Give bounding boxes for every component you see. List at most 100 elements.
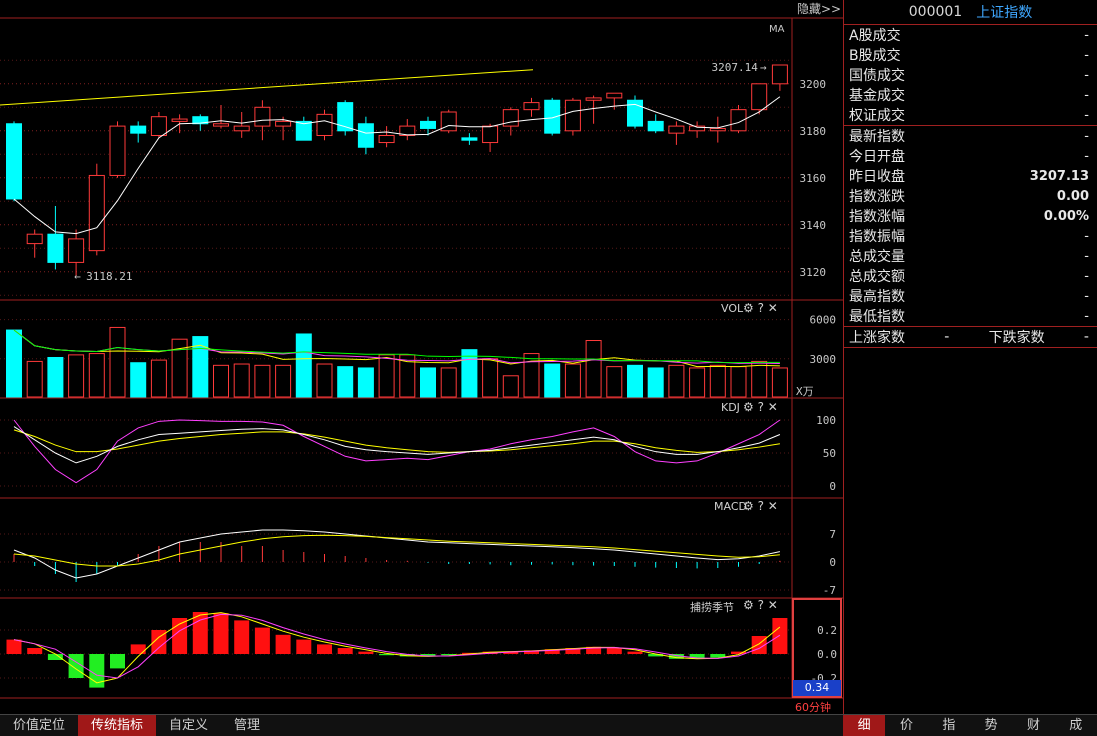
price-tick-label: 3120 xyxy=(800,266,827,279)
kdj-close-icon[interactable]: ✕ xyxy=(768,400,778,414)
up-count-label: 上涨家数 xyxy=(849,330,905,346)
cycle-bar xyxy=(772,618,788,654)
cycle-help-icon[interactable]: ? xyxy=(758,598,764,612)
volume-bar xyxy=(88,353,105,398)
cycle-close-icon[interactable]: ✕ xyxy=(768,598,778,612)
up-count-value: - xyxy=(944,329,950,345)
group1-value: - xyxy=(1084,47,1089,63)
volume-bar xyxy=(357,367,374,398)
tab-price[interactable]: 价 xyxy=(885,715,927,736)
cycle-bar xyxy=(27,648,43,654)
hide-panel-button[interactable]: 隐藏>> xyxy=(797,0,841,17)
tab-manage[interactable]: 管理 xyxy=(221,715,273,736)
volume-bar xyxy=(47,356,64,398)
group2-row: 今日开盘 - xyxy=(844,146,1097,166)
volume-bar xyxy=(26,360,43,398)
candle-body xyxy=(420,120,436,129)
high-price-arrow: → xyxy=(760,61,767,74)
high-price-label: 3207.14 xyxy=(712,61,759,74)
vol-close-icon[interactable]: ✕ xyxy=(768,301,778,315)
volume-bar xyxy=(378,354,395,398)
stock-title: 000001 上证指数 xyxy=(844,0,1097,25)
index-info-panel: 000001 上证指数 A股成交 - B股成交 - 国债成交 - 基金成交 - 权证成交 - 最新… xyxy=(843,0,1097,714)
low-price-arrow: ← xyxy=(74,270,81,283)
volume-bar xyxy=(68,354,85,398)
group1-row: 权证成交 - xyxy=(844,105,1097,125)
ma-label: MA xyxy=(769,24,785,35)
volume-bar xyxy=(130,362,147,398)
price-tick-label: 3200 xyxy=(800,78,827,91)
period-label[interactable]: 60分钟 xyxy=(795,699,831,715)
tab-index[interactable]: 指 xyxy=(928,715,970,736)
candle-body xyxy=(523,102,540,111)
group1-label: 权证成交 xyxy=(849,108,905,124)
group2-label: 指数涨跌 xyxy=(849,189,905,205)
tab-detail[interactable]: 细 xyxy=(843,715,886,736)
cycle-bar xyxy=(47,654,63,660)
group2-value: - xyxy=(1084,268,1089,284)
macd-tick-label: 7 xyxy=(829,528,836,541)
macd-close-icon[interactable]: ✕ xyxy=(768,499,778,513)
tab-value-positioning[interactable]: 价值定位 xyxy=(0,715,78,736)
candle-body xyxy=(316,113,333,136)
macd-help-icon[interactable]: ? xyxy=(758,499,764,513)
candle-body xyxy=(606,92,623,99)
volume-bar xyxy=(771,367,788,398)
group1-value: - xyxy=(1084,27,1089,43)
vol-tick-label: 3000 xyxy=(810,353,837,366)
tab-traditional-indicators[interactable]: 传统指标 xyxy=(78,715,157,736)
volume-bar xyxy=(6,329,22,398)
group1-value: - xyxy=(1084,107,1089,123)
vol-help-icon[interactable]: ? xyxy=(758,301,764,315)
vol-panel-tools: ⚙ ? ✕ xyxy=(743,301,778,315)
group1-label: 基金成交 xyxy=(849,88,905,104)
cycle-gear-icon[interactable]: ⚙ xyxy=(743,598,754,612)
group1-row: B股成交 - xyxy=(844,45,1097,65)
group2-value: - xyxy=(1084,128,1089,144)
macd-gear-icon[interactable]: ⚙ xyxy=(743,499,754,513)
updown-row: 上涨家数 - 下跌家数 - xyxy=(844,326,1097,347)
stock-name[interactable]: 上证指数 xyxy=(976,2,1032,22)
group2-row: 总成交额 - xyxy=(844,266,1097,286)
candle-body xyxy=(233,125,250,132)
candle-body xyxy=(254,106,271,127)
group2-row: 指数涨跌 0.00 xyxy=(844,186,1097,206)
kdj-tick-label: 0 xyxy=(829,480,836,493)
group2-row: 指数涨幅 0.00% xyxy=(844,206,1097,226)
candle-body xyxy=(130,125,147,134)
tab-constituents[interactable]: 成 xyxy=(1055,715,1097,736)
candle-body xyxy=(88,174,105,252)
low-price-label: 3118.21 xyxy=(86,270,132,283)
kdj-gear-icon[interactable]: ⚙ xyxy=(743,400,754,414)
volume-bar xyxy=(337,366,354,398)
candle-body xyxy=(47,233,64,263)
down-count-label: 下跌家数 xyxy=(988,330,1045,346)
kdj-tick-label: 50 xyxy=(823,447,836,460)
tab-finance[interactable]: 财 xyxy=(1012,715,1054,736)
group1-label: B股成交 xyxy=(849,48,901,64)
volume-bar xyxy=(213,364,229,398)
tab-custom[interactable]: 自定义 xyxy=(156,715,221,736)
group1-value: - xyxy=(1084,67,1089,83)
index-stats-group: 最新指数 - 今日开盘 - 昨日收盘 3207.13 指数涨跌 0.00 指数涨幅 0.00% 指数… xyxy=(844,125,1097,326)
vol-gear-icon[interactable]: ⚙ xyxy=(743,301,754,315)
ma5-line xyxy=(13,96,781,235)
info-tabs: 细 价 指 势 财 成 xyxy=(843,714,1097,736)
vol-unit-label: X万 xyxy=(796,385,814,398)
volume-bar xyxy=(502,375,519,398)
group1-row: A股成交 - xyxy=(844,25,1097,45)
cycle-bar xyxy=(234,620,250,654)
cycle-bar xyxy=(110,654,125,669)
volume-bar xyxy=(709,364,726,398)
candle-body xyxy=(150,116,167,136)
volume-bar xyxy=(295,333,312,398)
candle-body xyxy=(647,120,664,132)
kdj-help-icon[interactable]: ? xyxy=(758,400,764,414)
volume-bar xyxy=(564,363,581,398)
cycle-bar xyxy=(213,613,229,654)
volume-bar xyxy=(544,363,561,398)
tab-trend[interactable]: 势 xyxy=(970,715,1012,736)
volume-bar xyxy=(647,367,664,398)
group2-label: 总成交量 xyxy=(849,249,905,265)
price-tick-label: 3180 xyxy=(800,125,827,138)
